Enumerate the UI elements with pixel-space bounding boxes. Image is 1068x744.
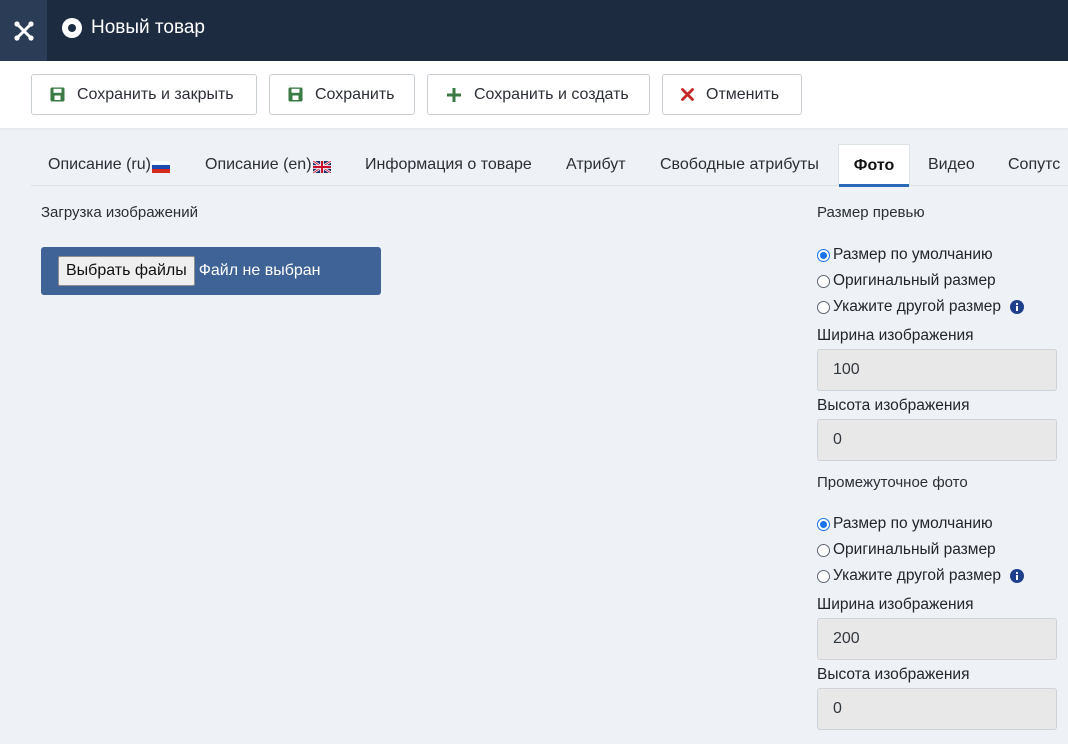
medium-photo-title: Промежуточное фото <box>817 474 968 491</box>
tab-photo[interactable]: Фото <box>838 144 910 187</box>
tab-free-attributes[interactable]: Свободные атрибуты <box>660 144 819 186</box>
russia-flag-icon <box>151 161 170 173</box>
uk-flag-icon <box>312 161 331 173</box>
upload-label: Загрузка изображений <box>41 204 198 221</box>
medium-option-default[interactable]: Размер по умолчанию <box>817 515 993 533</box>
radio-checked[interactable] <box>817 517 830 531</box>
toolbar: Сохранить и закрыть Сохранить Сохранить … <box>0 61 1068 128</box>
tab-label: Сопутс <box>1008 156 1061 173</box>
save-new-button[interactable]: Сохранить и создать <box>427 74 650 115</box>
tab-description-ru[interactable]: Описание (ru) <box>48 144 170 186</box>
save-close-button[interactable]: Сохранить и закрыть <box>31 74 257 115</box>
tab-label: Свободные атрибуты <box>660 156 819 173</box>
tab-label: Атрибут <box>566 156 626 173</box>
tab-video[interactable]: Видео <box>928 144 975 186</box>
radio-label: Размер по умолчанию <box>833 246 993 263</box>
medium-option-original[interactable]: Оригинальный размер <box>817 541 996 559</box>
cancel-button[interactable]: Отменить <box>662 74 802 115</box>
tab-bar: Описание (ru) Описание (en) Информация о… <box>31 144 1068 187</box>
medium-option-custom[interactable]: Укажите другой размер <box>817 567 1024 585</box>
tab-label: Описание (en) <box>205 156 312 173</box>
radio-unchecked[interactable] <box>817 300 830 314</box>
preview-width-label: Ширина изображения <box>817 327 974 344</box>
tab-label: Информация о товаре <box>365 156 532 173</box>
tab-label: Видео <box>928 156 975 173</box>
joomla-logo-button[interactable] <box>0 0 47 61</box>
save-close-label: Сохранить и закрыть <box>77 85 234 103</box>
plus-icon <box>447 87 461 102</box>
tab-description-en[interactable]: Описание (en) <box>205 144 331 186</box>
file-status-text: Файл не выбран <box>198 262 321 279</box>
save-new-label: Сохранить и создать <box>474 85 629 103</box>
tab-label: Фото <box>853 156 895 174</box>
cancel-label: Отменить <box>706 85 780 103</box>
radio-checked[interactable] <box>817 248 830 262</box>
info-icon[interactable] <box>1009 569 1024 583</box>
radio-label: Размер по умолчанию <box>833 515 993 532</box>
page-title-text: Новый товар <box>91 17 205 38</box>
joomla-icon <box>13 20 34 41</box>
tab-label: Описание (ru) <box>48 156 151 173</box>
preview-height-label: Высота изображения <box>817 397 970 414</box>
radio-unchecked[interactable] <box>817 274 830 288</box>
radio-label: Оригинальный размер <box>833 272 996 289</box>
medium-height-label: Высота изображения <box>817 666 970 683</box>
preview-width-input[interactable] <box>817 349 1057 391</box>
circle-dot-icon <box>62 18 82 38</box>
preview-option-original[interactable]: Оригинальный размер <box>817 272 996 290</box>
preview-height-input[interactable] <box>817 419 1057 461</box>
tab-attribute[interactable]: Атрибут <box>566 144 626 186</box>
save-label: Сохранить <box>315 85 395 103</box>
preview-size-title: Размер превью <box>817 204 925 221</box>
tab-related[interactable]: Сопутс <box>1008 144 1060 186</box>
radio-label: Оригинальный размер <box>833 541 996 558</box>
file-upload-area: Выбрать файлы Файл не выбран <box>41 247 381 295</box>
header-bar: Новый товар <box>0 0 1068 61</box>
medium-width-label: Ширина изображения <box>817 596 974 613</box>
page-title: Новый товар <box>62 0 205 56</box>
floppy-disk-icon <box>288 87 303 102</box>
floppy-disk-icon <box>50 87 65 102</box>
radio-label: Укажите другой размер <box>833 567 1001 584</box>
radio-label: Укажите другой размер <box>833 298 1001 315</box>
radio-unchecked[interactable] <box>817 569 830 583</box>
preview-option-default[interactable]: Размер по умолчанию <box>817 246 993 264</box>
medium-height-input[interactable] <box>817 688 1057 730</box>
medium-width-input[interactable] <box>817 618 1057 660</box>
preview-option-custom[interactable]: Укажите другой размер <box>817 298 1024 316</box>
info-icon[interactable] <box>1009 300 1024 314</box>
close-icon <box>681 88 694 101</box>
save-button[interactable]: Сохранить <box>269 74 415 115</box>
radio-unchecked[interactable] <box>817 543 830 557</box>
choose-files-button[interactable]: Выбрать файлы <box>58 256 195 286</box>
tab-product-info[interactable]: Информация о товаре <box>365 144 532 186</box>
